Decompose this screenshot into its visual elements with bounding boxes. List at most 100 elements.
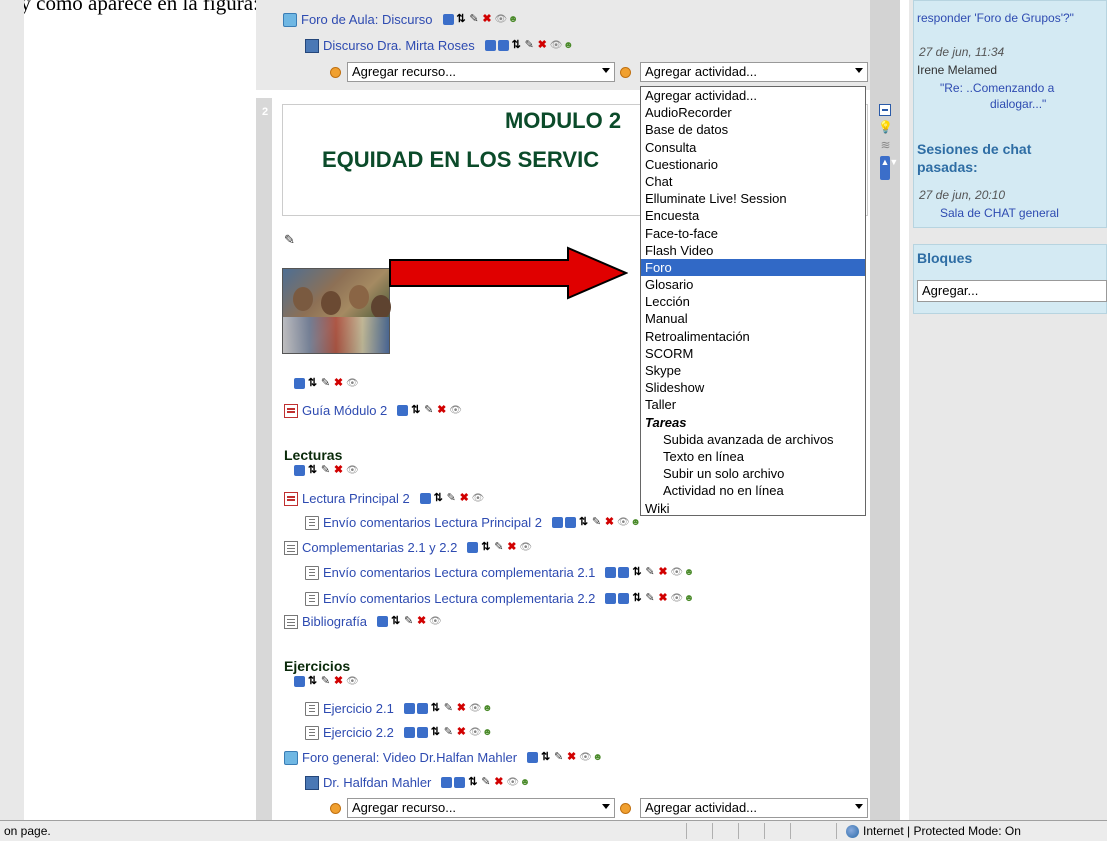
- delete-icon[interactable]: ✖: [482, 14, 493, 25]
- dropdown-option[interactable]: Chat: [641, 173, 865, 190]
- dropdown-option[interactable]: SCORM: [641, 345, 865, 362]
- edit-icon[interactable]: ✎: [443, 727, 454, 738]
- outdent-icon[interactable]: [441, 777, 453, 788]
- group-mode-icon[interactable]: ☻: [482, 703, 493, 714]
- indent-icon[interactable]: [618, 567, 630, 578]
- list-item[interactable]: Envío comentarios Lectura complementaria…: [305, 591, 694, 606]
- post-text-1[interactable]: "Re: ..Comenzando a: [940, 81, 1054, 95]
- post-text-2[interactable]: dialogar...": [990, 97, 1046, 111]
- hide-icon[interactable]: 👁: [670, 593, 683, 604]
- help-icon[interactable]: [330, 803, 341, 814]
- edit-icon[interactable]: ✎: [469, 14, 480, 25]
- edit-icon[interactable]: ✎: [553, 752, 564, 763]
- indent-icon[interactable]: [467, 542, 479, 553]
- indent-icon[interactable]: [564, 517, 576, 528]
- dropdown-option[interactable]: Subir un solo archivo: [641, 465, 865, 482]
- hide-icon[interactable]: 👁: [429, 616, 442, 627]
- help-icon[interactable]: [620, 67, 631, 78]
- edit-icon[interactable]: ✎: [644, 593, 655, 604]
- delete-icon[interactable]: ✖: [333, 378, 344, 389]
- video-link[interactable]: Dr. Halfdan Mahler: [323, 775, 431, 790]
- dropdown-option[interactable]: Agregar actividad...: [641, 87, 865, 104]
- hide-icon[interactable]: 👁: [346, 378, 359, 389]
- item-link[interactable]: Envío comentarios Lectura complementaria…: [323, 591, 595, 606]
- guide-row[interactable]: Guía Módulo 2 ⇅ ✎ ✖ 👁: [284, 403, 462, 418]
- indent-icon[interactable]: [294, 465, 305, 476]
- indent-icon[interactable]: [416, 703, 428, 714]
- edit-icon[interactable]: ✎: [644, 567, 655, 578]
- group-mode-icon[interactable]: ☻: [482, 727, 493, 738]
- indent-icon[interactable]: [442, 14, 454, 25]
- dropdown-option[interactable]: AudioRecorder: [641, 104, 865, 121]
- dropdown-option[interactable]: Taller: [641, 396, 865, 413]
- delete-icon[interactable]: ✖: [506, 542, 517, 553]
- edit-icon[interactable]: ✎: [284, 232, 295, 248]
- list-item[interactable]: Ejercicio 2.2 ⇅ ✎ ✖ 👁 ☻: [305, 725, 493, 740]
- dropdown-option[interactable]: Glosario: [641, 276, 865, 293]
- delete-icon[interactable]: ✖: [333, 465, 344, 476]
- hide-icon[interactable]: 👁: [346, 676, 359, 687]
- feed-icon[interactable]: ≋: [880, 138, 890, 152]
- help-icon[interactable]: [620, 803, 631, 814]
- hide-icon[interactable]: 👁: [550, 40, 563, 51]
- list-item[interactable]: Envío comentarios Lectura complementaria…: [305, 565, 694, 580]
- dropdown-option[interactable]: Actividad no en línea: [641, 482, 865, 499]
- hide-icon[interactable]: 👁: [495, 14, 508, 25]
- move-icon[interactable]: ⇅: [430, 727, 441, 738]
- indent-icon[interactable]: [618, 593, 630, 604]
- dropdown-option[interactable]: Retroalimentación: [641, 328, 865, 345]
- dropdown-option[interactable]: Lección: [641, 293, 865, 310]
- dropdown-option[interactable]: Foro: [641, 258, 865, 277]
- dropdown-option[interactable]: Cuestionario: [641, 156, 865, 173]
- dropdown-option[interactable]: Wiki: [641, 500, 865, 517]
- add-activity-select[interactable]: Agregar actividad...: [640, 798, 868, 818]
- delete-icon[interactable]: ✖: [566, 752, 577, 763]
- delete-icon[interactable]: ✖: [333, 676, 344, 687]
- edit-icon[interactable]: ✎: [320, 378, 331, 389]
- item-link[interactable]: Bibliografía: [302, 614, 367, 629]
- group-mode-icon[interactable]: ☻: [683, 593, 695, 604]
- edit-icon[interactable]: ✎: [493, 542, 504, 553]
- list-item[interactable]: Ejercicio 2.1 ⇅ ✎ ✖ 👁 ☻: [305, 701, 493, 716]
- forum-row-1[interactable]: Foro de Aula: Discurso ⇅ ✎ ✖ 👁 ☻: [283, 12, 519, 27]
- move-icon[interactable]: ⇅: [390, 616, 401, 627]
- item-link[interactable]: Lectura Principal 2: [302, 491, 410, 506]
- indent-icon[interactable]: [377, 616, 389, 627]
- edit-icon[interactable]: ✎: [320, 676, 331, 687]
- outdent-icon[interactable]: [605, 593, 617, 604]
- delete-icon[interactable]: ✖: [456, 703, 467, 714]
- indent-icon[interactable]: [497, 40, 509, 51]
- dropdown-option[interactable]: Subida avanzada de archivos: [641, 431, 865, 448]
- edit-icon[interactable]: ✎: [443, 703, 454, 714]
- delete-icon[interactable]: ✖: [459, 493, 470, 504]
- guide-link[interactable]: Guía Módulo 2: [302, 403, 387, 418]
- dropdown-option[interactable]: Face-to-face: [641, 225, 865, 242]
- edit-icon[interactable]: ✎: [446, 493, 457, 504]
- move-icon[interactable]: ⇅: [540, 752, 551, 763]
- forum-post-link[interactable]: responder 'Foro de Grupos'?": [917, 11, 1074, 25]
- item-link[interactable]: Complementarias 2.1 y 2.2: [302, 540, 457, 555]
- add-block-select[interactable]: Agregar...: [917, 280, 1107, 302]
- group-mode-icon[interactable]: ☻: [683, 567, 695, 578]
- hide-icon[interactable]: 👁: [519, 542, 532, 553]
- hide-icon[interactable]: 👁: [506, 777, 519, 788]
- hide-icon[interactable]: 👁: [579, 752, 592, 763]
- delete-icon[interactable]: ✖: [416, 616, 427, 627]
- list-item[interactable]: Bibliografía ⇅ ✎ ✖ 👁: [284, 614, 442, 629]
- collapse-icon[interactable]: [879, 104, 892, 116]
- hide-icon[interactable]: 👁: [670, 567, 683, 578]
- delete-icon[interactable]: ✖: [537, 40, 548, 51]
- move-icon[interactable]: ⇅: [410, 405, 421, 416]
- chat-room-link[interactable]: Sala de CHAT general: [940, 206, 1059, 220]
- dropdown-option[interactable]: Consulta: [641, 139, 865, 156]
- outdent-icon[interactable]: [484, 40, 496, 51]
- indent-icon[interactable]: [416, 727, 428, 738]
- help-icon[interactable]: [330, 67, 341, 78]
- edit-icon[interactable]: ✎: [480, 777, 491, 788]
- group-mode-icon[interactable]: ☻: [630, 517, 641, 528]
- lightbulb-icon[interactable]: 💡: [878, 120, 893, 134]
- edit-icon[interactable]: ✎: [591, 517, 602, 528]
- video-row-1[interactable]: Discurso Dra. Mirta Roses ⇅ ✎ ✖ 👁 ☻: [305, 38, 574, 53]
- dropdown-option[interactable]: Texto en línea: [641, 448, 865, 465]
- move-icon[interactable]: ⇅: [631, 593, 642, 604]
